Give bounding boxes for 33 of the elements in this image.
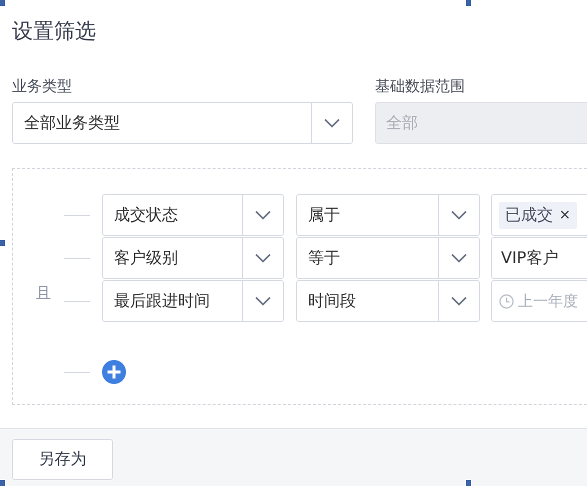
- chevron-down-icon: [255, 296, 271, 306]
- tag-remove-button[interactable]: ×: [559, 207, 571, 223]
- value-field[interactable]: 已成交 ×: [491, 194, 587, 236]
- clock-icon: [499, 294, 514, 308]
- operator-select[interactable]: 属于: [296, 194, 480, 236]
- conjunction-label: 且: [36, 284, 52, 303]
- field-label: 基础数据范围: [375, 76, 466, 96]
- resize-handle[interactable]: [466, 480, 471, 486]
- field-select[interactable]: 客户级别: [102, 237, 284, 279]
- field-select[interactable]: 最后跟进时间: [102, 280, 284, 322]
- scope-field: 全部: [375, 102, 587, 144]
- business-type-select[interactable]: 全部业务类型: [12, 102, 353, 144]
- chevron-down-icon: [324, 118, 340, 128]
- value-field[interactable]: VIP客户: [491, 237, 587, 279]
- operator-select[interactable]: 时间段: [296, 280, 480, 322]
- resize-handle[interactable]: [0, 0, 5, 6]
- chevron-down-icon: [255, 253, 271, 263]
- tag-label: 已成交: [505, 204, 553, 226]
- add-icon[interactable]: [102, 360, 126, 384]
- resize-handle[interactable]: [466, 0, 471, 6]
- save-as-button[interactable]: 另存为: [12, 439, 113, 480]
- dialog-title: 设置筛选: [12, 18, 96, 45]
- field-select[interactable]: 成交状态: [102, 194, 284, 236]
- operator-select[interactable]: 等于: [296, 237, 480, 279]
- chevron-down-icon: [451, 210, 467, 220]
- resize-handle[interactable]: [0, 480, 5, 486]
- date-placeholder: 上一年度: [518, 292, 578, 310]
- field-value: VIP客户: [500, 248, 558, 268]
- chevron-down-icon: [451, 296, 467, 306]
- chevron-down-icon: [451, 253, 467, 263]
- resize-handle[interactable]: [0, 240, 5, 246]
- field-label: 业务类型: [12, 76, 73, 96]
- chevron-down-icon: [255, 210, 271, 220]
